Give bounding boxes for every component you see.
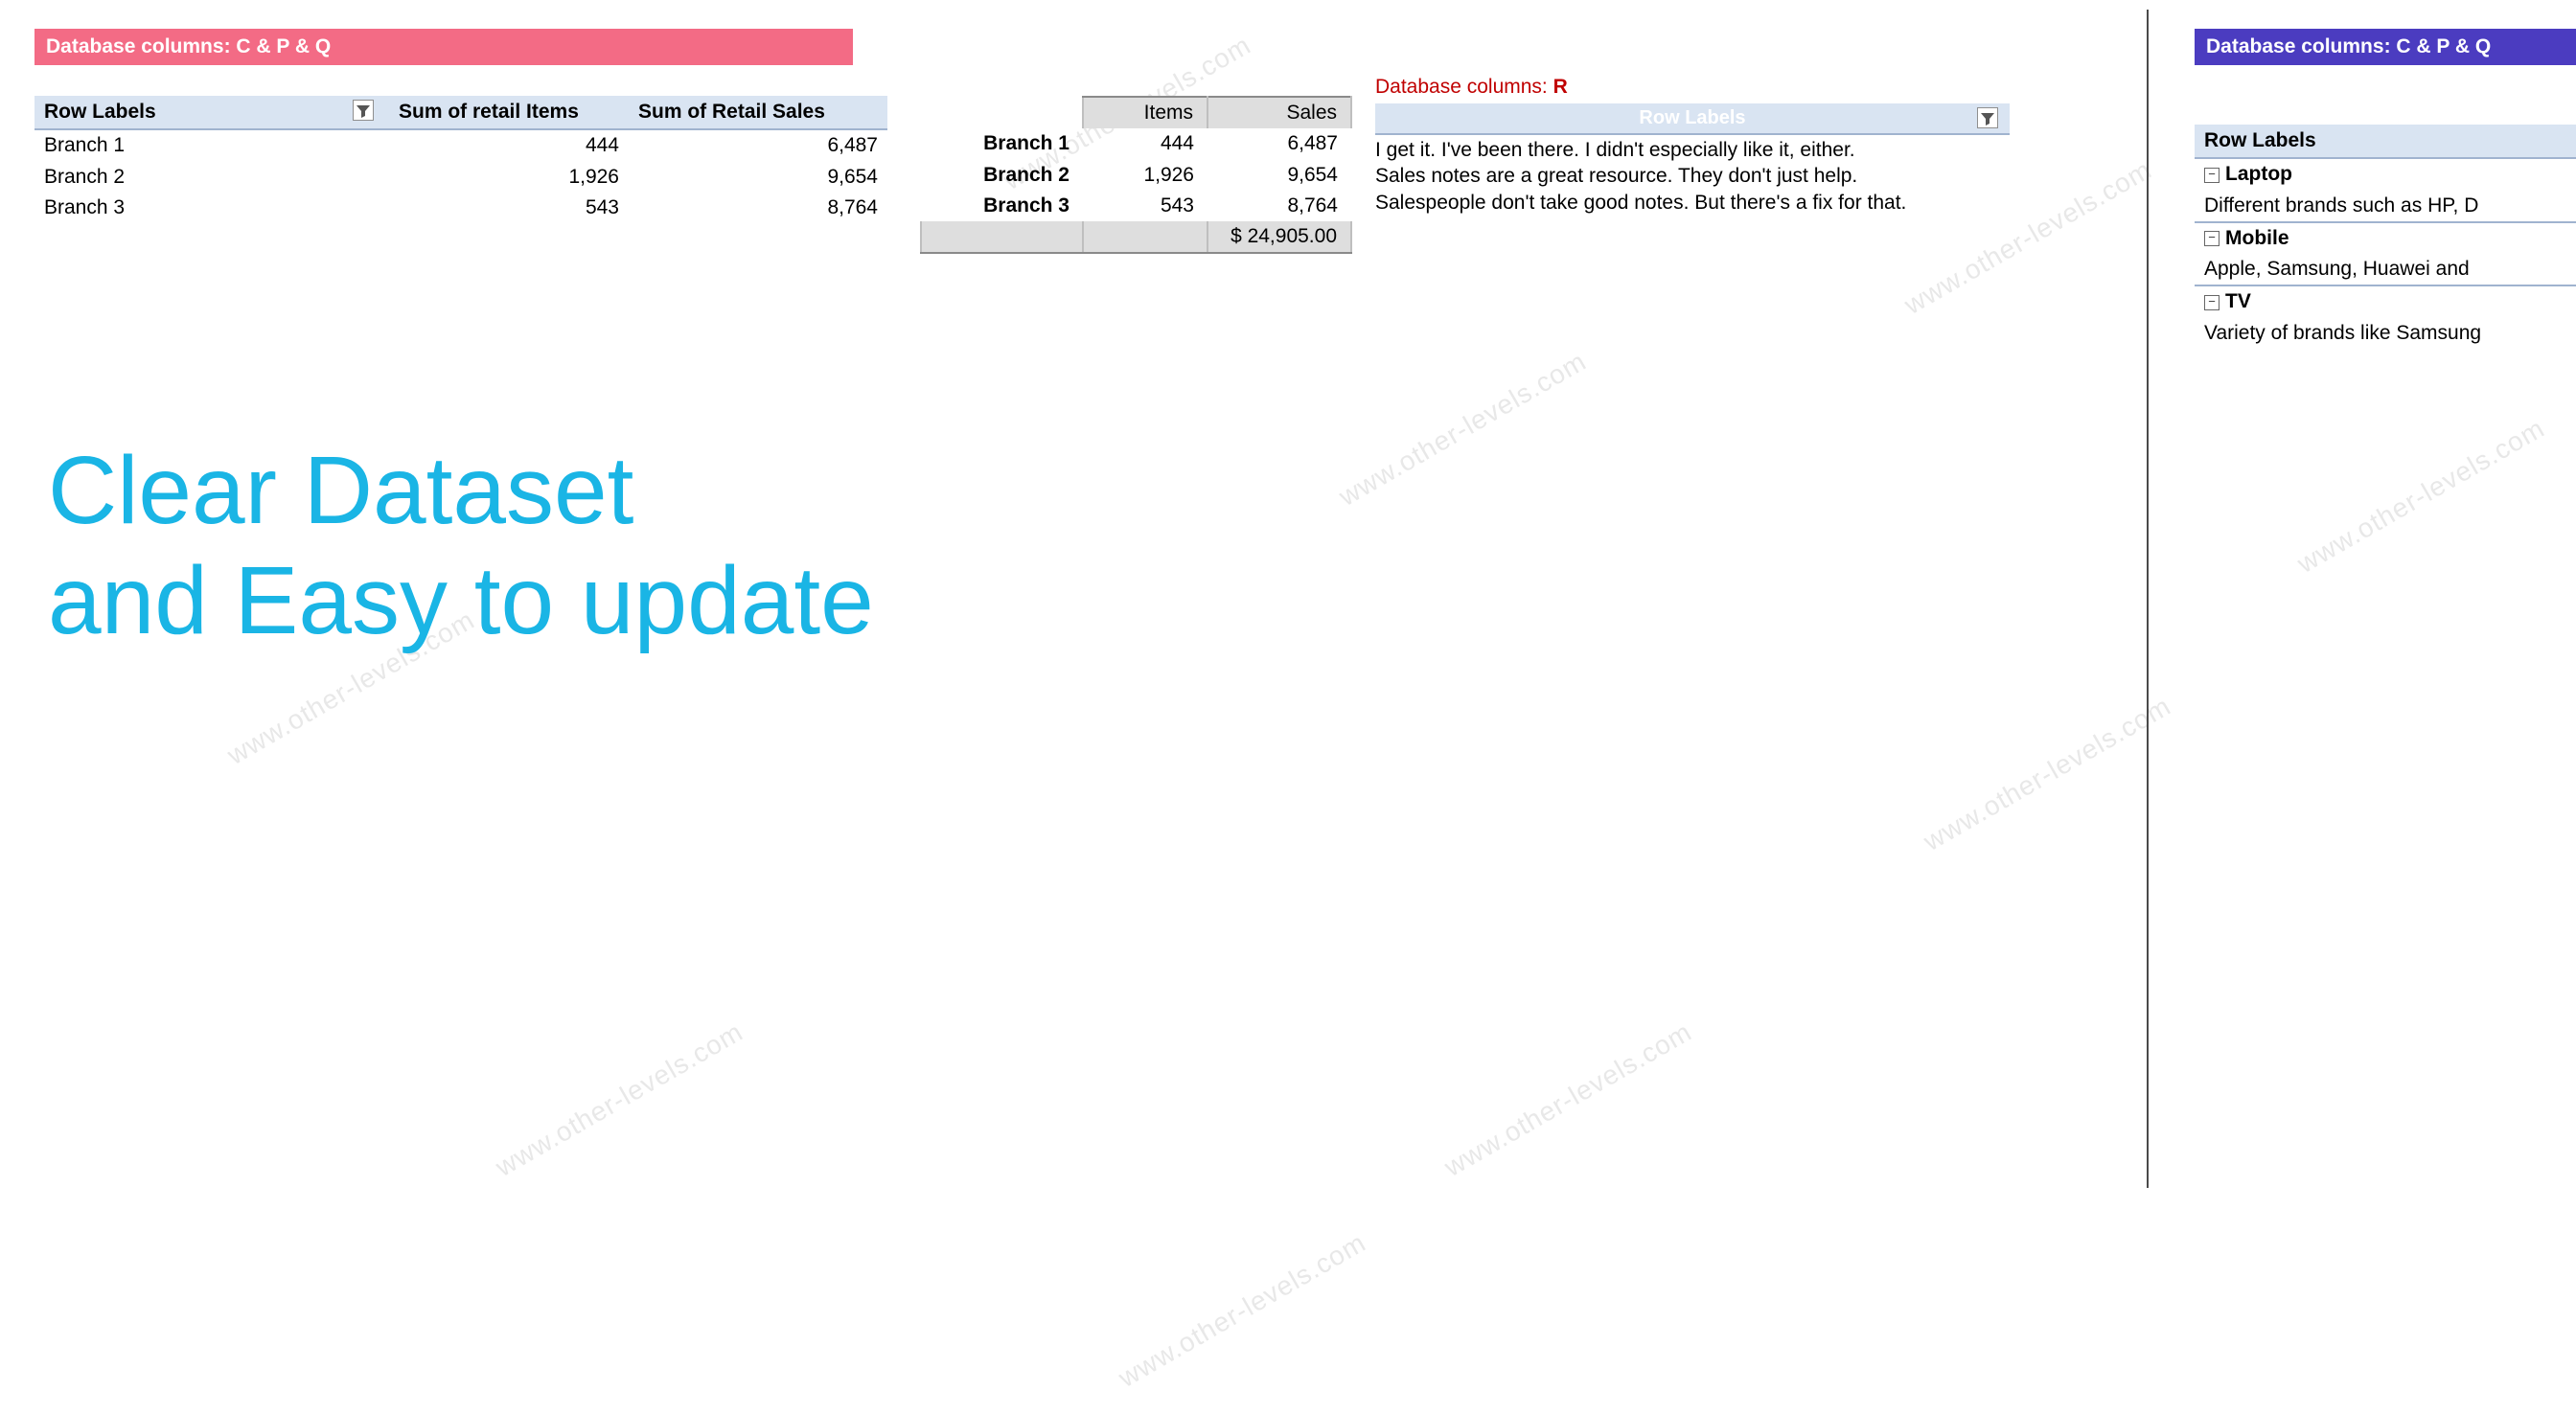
banner-right: Database columns: C & P & Q [2195, 29, 2576, 65]
cell: Branch 3 [921, 191, 1083, 221]
cell: 6,487 [629, 129, 887, 161]
table-row: Branch 35438,764 [921, 191, 1351, 221]
collapse-icon[interactable]: − [2204, 168, 2220, 183]
table-row: Branch 21,9269,654 [921, 160, 1351, 191]
desc-row: Variety of brands like Samsung [2195, 318, 2576, 349]
pivot1-h3[interactable]: Sum of Retail Sales [629, 96, 887, 129]
collapse-icon[interactable]: − [2204, 231, 2220, 246]
pivot1-h1[interactable]: Row Labels [34, 96, 389, 129]
cell: 444 [389, 129, 629, 161]
total-row: $ 24,905.00 [921, 221, 1351, 253]
watermark: www.other-levels.com [490, 1015, 749, 1183]
cell: Branch 2 [34, 162, 389, 193]
pivot-table-1: Row Labels Sum of retail Items Sum of Re… [34, 96, 887, 223]
cell: 1,926 [1083, 160, 1208, 191]
plain-table: Items Sales Branch 14446,487 Branch 21,9… [920, 96, 1352, 254]
r-line: Sales notes are a great resource. They d… [1375, 163, 2027, 189]
pivot-table-3: Row Labels −Laptop Different brands such… [2195, 125, 2576, 349]
cell: 1,926 [389, 162, 629, 193]
watermark: www.other-levels.com [1113, 1225, 1372, 1394]
total-value: $ 24,905.00 [1208, 221, 1351, 253]
table-row: Branch 35438,764 [34, 193, 887, 223]
cell: 6,487 [1208, 128, 1351, 159]
pivot3-header: Row Labels [2195, 125, 2576, 158]
banner-left: Database columns: C & P & Q [34, 29, 853, 65]
desc-row: Apple, Samsung, Huawei and [2195, 254, 2576, 285]
cell: 444 [1083, 128, 1208, 159]
cell: Branch 2 [921, 160, 1083, 191]
r-line: Salespeople don't take good notes. But t… [1375, 190, 2027, 216]
cell: 9,654 [1208, 160, 1351, 191]
cell: 9,654 [629, 162, 887, 193]
r-header[interactable]: Row Labels [1375, 103, 2010, 135]
headline-line-2: and Easy to update [48, 546, 874, 656]
collapse-icon[interactable]: − [2204, 295, 2220, 310]
plain-h-items: Items [1083, 97, 1208, 128]
vertical-divider [2147, 10, 2149, 1188]
r-section-prefix: Database columns: [1375, 76, 1553, 98]
cat-row: −TV [2195, 285, 2576, 317]
cat-row: −Mobile [2195, 222, 2576, 254]
plain-header: Items Sales [921, 97, 1351, 128]
headline: Clear Dataset and Easy to update [48, 436, 874, 656]
table-row: Branch 14446,487 [921, 128, 1351, 159]
cell: Branch 1 [34, 129, 389, 161]
cat-name: TV [2225, 290, 2251, 312]
cat-name: Mobile [2225, 227, 2289, 249]
cell: 543 [1083, 191, 1208, 221]
r-line: I get it. I've been there. I didn't espe… [1375, 137, 2027, 163]
cat-desc: Variety of brands like Samsung [2195, 318, 2576, 349]
cat-row: −Laptop [2195, 158, 2576, 190]
r-text: I get it. I've been there. I didn't espe… [1375, 137, 2027, 216]
cell: Branch 3 [34, 193, 389, 223]
table-row: Branch 21,9269,654 [34, 162, 887, 193]
cell: 8,764 [1208, 191, 1351, 221]
cell: 8,764 [629, 193, 887, 223]
cat-desc: Different brands such as HP, D [2195, 191, 2576, 222]
cat-desc: Apple, Samsung, Huawei and [2195, 254, 2576, 285]
plain-h-sales: Sales [1208, 97, 1351, 128]
pivot1-h2[interactable]: Sum of retail Items [389, 96, 629, 129]
pivot3-h1[interactable]: Row Labels [2195, 125, 2576, 158]
cell: 543 [389, 193, 629, 223]
headline-line-1: Clear Dataset [48, 436, 874, 546]
pivot1-header-row: Row Labels Sum of retail Items Sum of Re… [34, 96, 887, 129]
watermark: www.other-levels.com [1333, 344, 1593, 513]
desc-row: Different brands such as HP, D [2195, 191, 2576, 222]
r-section: Database columns: R [1375, 75, 1568, 100]
watermark: www.other-levels.com [1918, 689, 2177, 857]
filter-icon[interactable] [1977, 107, 1998, 128]
watermark: www.other-levels.com [2291, 411, 2551, 580]
filter-icon[interactable] [353, 100, 374, 121]
pivot1-h1-text: Row Labels [44, 101, 156, 123]
watermark: www.other-levels.com [1438, 1015, 1698, 1183]
cat-name: Laptop [2225, 163, 2292, 185]
cell: Branch 1 [921, 128, 1083, 159]
r-header-text: Row Labels [1639, 107, 1745, 128]
table-row: Branch 14446,487 [34, 129, 887, 161]
